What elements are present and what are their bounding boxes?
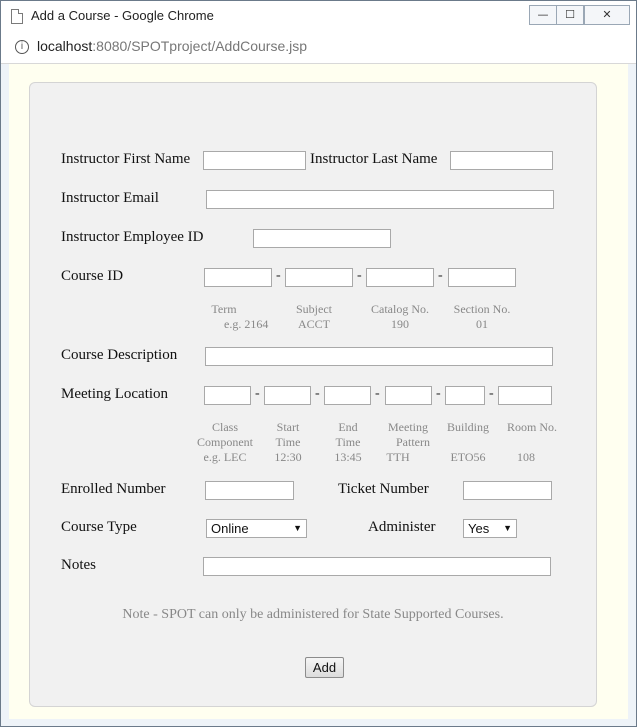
subject-hint-example: ACCT (297, 317, 330, 331)
building-hint: Building ETO56 (438, 420, 498, 465)
last-name-label: Instructor Last Name (310, 151, 438, 167)
administer-value: Yes (468, 521, 490, 536)
start-hint-line1: Start (276, 420, 300, 434)
course-description-input[interactable] (205, 347, 553, 366)
catalog-hint-title: Catalog No. (371, 302, 429, 316)
dash: - (255, 386, 260, 401)
url[interactable]: localhost:8080/SPOTproject/AddCourse.jsp (37, 38, 307, 54)
term-hint-title: Term (211, 302, 237, 316)
end-time-hint: End Time 13:45 (318, 420, 378, 465)
minimize-button[interactable]: — (529, 5, 557, 25)
enrolled-number-input[interactable] (205, 481, 294, 500)
ticket-number-input[interactable] (463, 481, 552, 500)
start-hint-line2: Time (275, 435, 301, 449)
email-label: Instructor Email (61, 190, 159, 206)
course-id-label: Course ID (61, 268, 124, 284)
class-hint-line2: Component (197, 435, 253, 449)
room-hint-line1: Room No. (506, 420, 557, 434)
term-hint: Term e.g. 2164 (194, 302, 268, 332)
meeting-pattern-hint: Meeting Pattern TTH (378, 420, 438, 465)
title-bar: Add a Course - Google Chrome — ☐ ✕ (1, 1, 636, 31)
catalog-hint: Catalog No. 190 (366, 302, 434, 332)
dash: - (375, 386, 380, 401)
administer-label: Administer (368, 519, 436, 535)
meeting-location-label: Meeting Location (61, 386, 169, 402)
ticket-number-label: Ticket Number (338, 481, 429, 497)
dash: - (438, 268, 443, 283)
section-no-input[interactable] (448, 268, 516, 287)
notes-label: Notes (61, 557, 96, 573)
catalog-hint-example: 190 (391, 317, 409, 331)
dash: - (357, 268, 362, 283)
info-icon[interactable]: i (15, 40, 29, 54)
first-name-input[interactable] (203, 151, 306, 170)
course-description-label: Course Description (61, 347, 178, 363)
subject-input[interactable] (285, 268, 353, 287)
start-time-hint: Start Time 12:30 (258, 420, 318, 465)
maximize-button[interactable]: ☐ (556, 5, 584, 25)
building-input[interactable] (445, 386, 485, 405)
employee-id-input[interactable] (253, 229, 391, 248)
class-component-hint: Class Component e.g. LEC (190, 420, 260, 465)
building-hint-example: ETO56 (450, 450, 486, 464)
class-hint-example: e.g. LEC (203, 450, 247, 464)
pattern-hint-line1: Meeting (388, 420, 428, 434)
address-bar[interactable]: i localhost:8080/SPOTproject/AddCourse.j… (1, 31, 636, 64)
add-button[interactable]: Add (305, 657, 344, 678)
end-hint-example: 13:45 (334, 450, 362, 464)
course-type-select[interactable]: Online ▼ (206, 519, 307, 538)
close-button[interactable]: ✕ (584, 5, 630, 25)
room-no-hint: Room No. 108 (499, 420, 565, 465)
url-host: localhost (37, 38, 93, 54)
chevron-down-icon: ▼ (503, 523, 512, 533)
meeting-pattern-input[interactable] (385, 386, 432, 405)
section-hint-title: Section No. (453, 302, 511, 316)
class-component-input[interactable] (204, 386, 251, 405)
catalog-no-input[interactable] (366, 268, 434, 287)
enrolled-number-label: Enrolled Number (61, 481, 166, 497)
dash: - (276, 268, 281, 283)
section-hint-example: 01 (476, 317, 488, 331)
page-content: Instructor First Name Instructor Last Na… (9, 64, 628, 719)
dash: - (315, 386, 320, 401)
dash: - (436, 386, 441, 401)
room-hint-example: 108 (517, 450, 535, 464)
dash: - (489, 386, 494, 401)
start-hint-example: 12:30 (274, 450, 302, 464)
subject-hint: Subject ACCT (284, 302, 344, 332)
window-title: Add a Course - Google Chrome (31, 8, 214, 23)
administer-note: Note - SPOT can only be administered for… (122, 607, 504, 622)
end-hint-line1: End (338, 420, 358, 434)
room-no-input[interactable] (498, 386, 552, 405)
chevron-down-icon: ▼ (293, 523, 302, 533)
term-hint-example: e.g. 2164 (224, 317, 269, 331)
administer-select[interactable]: Yes ▼ (463, 519, 517, 538)
course-type-label: Course Type (61, 519, 137, 535)
first-name-label: Instructor First Name (61, 151, 191, 167)
url-path: :8080/SPOTproject/AddCourse.jsp (92, 38, 308, 54)
section-hint: Section No. 01 (448, 302, 516, 332)
start-time-input[interactable] (264, 386, 311, 405)
end-hint-line2: Time (335, 435, 361, 449)
class-hint-line1: Class (211, 420, 238, 434)
notes-input[interactable] (203, 557, 551, 576)
term-input[interactable] (204, 268, 272, 287)
page-icon (11, 9, 23, 24)
last-name-input[interactable] (450, 151, 553, 170)
email-input[interactable] (206, 190, 554, 209)
employee-id-label: Instructor Employee ID (61, 229, 204, 245)
pattern-hint-line2: Pattern (396, 435, 430, 449)
browser-window: Add a Course - Google Chrome — ☐ ✕ i loc… (0, 0, 637, 727)
end-time-input[interactable] (324, 386, 371, 405)
add-course-form: Instructor First Name Instructor Last Na… (29, 82, 597, 707)
building-hint-line1: Building (446, 420, 489, 434)
pattern-hint-example: TTH (386, 450, 410, 464)
subject-hint-title: Subject (296, 302, 332, 316)
course-type-value: Online (211, 521, 249, 536)
